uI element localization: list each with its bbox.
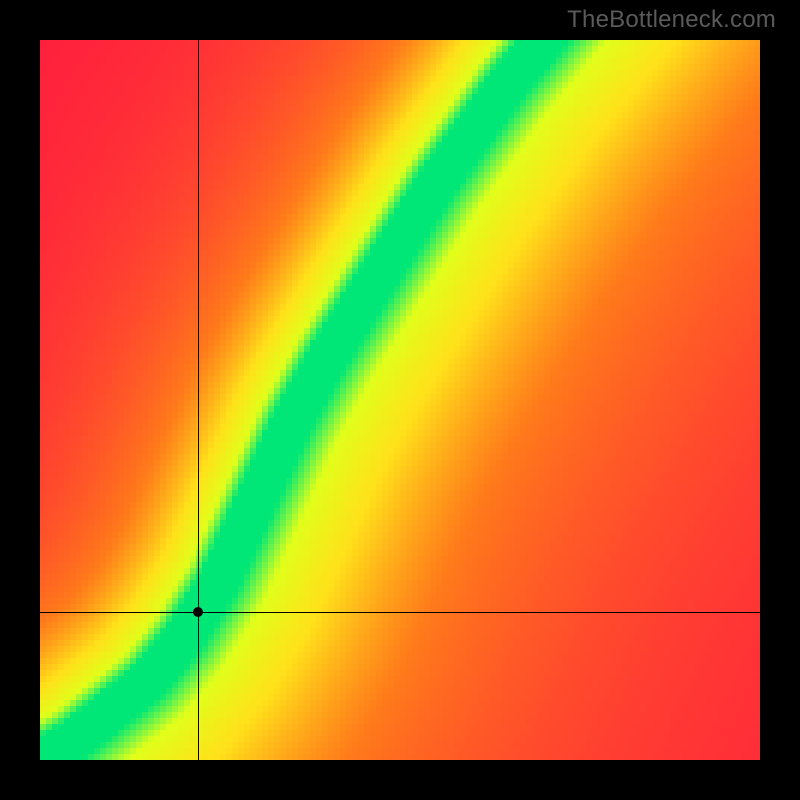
watermark-text: TheBottleneck.com bbox=[567, 6, 776, 34]
heatmap-canvas bbox=[40, 40, 760, 760]
chart-stage: TheBottleneck.com bbox=[0, 0, 800, 800]
